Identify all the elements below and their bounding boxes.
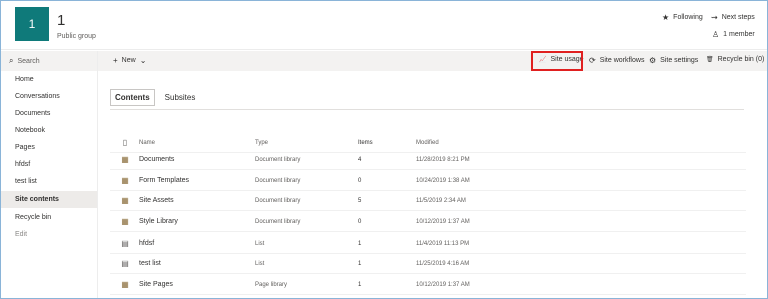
search-icon: ⌕: [9, 56, 14, 65]
row-type: Page library: [255, 281, 288, 288]
nav-item-documents[interactable]: Documents: [1, 105, 97, 122]
highlight-box: [531, 51, 583, 71]
library-icon: ▦: [121, 280, 129, 289]
row-items: 1: [358, 281, 362, 288]
library-icon: ▦: [121, 217, 129, 226]
row-name[interactable]: Site Pages: [139, 281, 173, 288]
command-bar: ⌕ Search + New ⌄ 📈 Site usage ⟳ Site wor…: [1, 51, 767, 71]
library-icon: ▦: [121, 196, 129, 205]
column-header-name[interactable]: Name: [139, 140, 155, 146]
row-type: Document library: [255, 156, 301, 163]
next-steps-button[interactable]: ⇝ Next steps: [711, 13, 755, 22]
nav-item-test-list[interactable]: test list: [1, 173, 97, 190]
site-settings-button[interactable]: ⚙ Site settings: [649, 56, 698, 65]
tab-divider: [110, 109, 744, 110]
table-row[interactable]: ▦ Documents Document library 4 11/28/201…: [110, 150, 746, 170]
table-row[interactable]: ▦ Site Pages Page library 1 10/12/2019 1…: [110, 275, 746, 295]
nav-item-notebook[interactable]: Notebook: [1, 122, 97, 139]
row-modified: 11/4/2019 11:13 PM: [416, 240, 470, 247]
tab-contents[interactable]: Contents: [110, 89, 155, 106]
row-modified: 11/5/2019 2:34 AM: [416, 197, 466, 204]
row-name[interactable]: test list: [139, 260, 161, 267]
new-button[interactable]: + New ⌄: [113, 56, 146, 65]
row-modified: 11/25/2019 4:16 AM: [416, 260, 470, 267]
column-header-modified[interactable]: Modified: [416, 140, 439, 146]
recycle-bin-button[interactable]: 🗑 Recycle bin (0): [706, 56, 764, 63]
table-row[interactable]: ▦ Style Library Document library 0 10/12…: [110, 212, 746, 232]
row-type: List: [255, 240, 265, 247]
site-subtitle: Public group: [57, 33, 96, 40]
list-icon: ▤: [121, 239, 129, 248]
member-count-label: 1 member: [723, 31, 755, 38]
table-row[interactable]: ▦ Form Templates Document library 0 10/2…: [110, 171, 746, 191]
tab-subsites[interactable]: Subsites: [161, 90, 200, 105]
row-name[interactable]: Style Library: [139, 218, 178, 225]
row-items: 0: [358, 177, 362, 184]
site-settings-label: Site settings: [660, 57, 699, 64]
trash-icon: 🗑: [706, 57, 714, 63]
column-header-type[interactable]: Type: [255, 140, 268, 146]
site-workflows-button[interactable]: ⟳ Site workflows: [589, 56, 644, 65]
site-workflows-label: Site workflows: [599, 57, 645, 64]
library-icon: ▦: [121, 155, 129, 164]
row-name[interactable]: hfdsf: [139, 240, 154, 247]
nav-item-recycle-bin[interactable]: Recycle bin: [1, 209, 97, 226]
site-logo[interactable]: 1: [15, 7, 49, 41]
nav-item-hfdsf[interactable]: hfdsf: [1, 156, 97, 173]
search-placeholder: Search: [17, 57, 40, 65]
left-navigation: Home Conversations Documents Notebook Pa…: [1, 71, 97, 298]
row-items: 5: [358, 197, 362, 204]
library-icon: ▦: [121, 176, 129, 185]
row-type: Document library: [255, 197, 301, 204]
table-row[interactable]: ▦ Site Assets Document library 5 11/5/20…: [110, 191, 746, 211]
table-row[interactable]: ▤ test list List 1 11/25/2019 4:16 AM: [110, 254, 746, 274]
next-steps-icon: ⇝: [711, 13, 718, 22]
table-row[interactable]: ▤ hfdsf List 1 11/4/2019 11:13 PM: [110, 234, 746, 254]
row-name[interactable]: Site Assets: [139, 197, 174, 204]
nav-item-pages[interactable]: Pages: [1, 139, 97, 156]
list-icon: ▤: [121, 259, 129, 268]
row-type: List: [255, 260, 265, 267]
nav-edit-link[interactable]: Edit: [1, 226, 97, 243]
next-steps-label: Next steps: [721, 14, 755, 21]
row-items: 1: [358, 260, 362, 267]
column-header-items[interactable]: Items: [358, 140, 373, 146]
row-modified: 10/24/2019 1:38 AM: [416, 177, 470, 184]
plus-icon: +: [113, 56, 118, 65]
chevron-down-icon: ⌄: [139, 56, 147, 65]
site-title[interactable]: 1: [57, 12, 65, 29]
row-items: 0: [358, 218, 362, 225]
content-tabs: Contents Subsites: [110, 89, 199, 106]
new-label: New: [121, 57, 136, 64]
nav-item-home[interactable]: Home: [1, 71, 97, 88]
row-type: Document library: [255, 218, 301, 225]
row-modified: 10/12/2019 1:37 AM: [416, 281, 470, 288]
star-icon: ★: [662, 13, 670, 22]
person-icon: ♙: [712, 30, 720, 39]
gear-icon: ⚙: [649, 56, 657, 65]
recycle-bin-label: Recycle bin (0): [717, 56, 765, 63]
following-label: Following: [673, 14, 703, 21]
row-modified: 10/12/2019 1:37 AM: [416, 218, 470, 225]
workflow-icon: ⟳: [589, 56, 596, 65]
nav-item-site-contents[interactable]: Site contents: [1, 191, 97, 208]
row-name[interactable]: Documents: [139, 156, 174, 163]
member-count-button[interactable]: ♙ 1 member: [712, 30, 755, 39]
search-box[interactable]: ⌕ Search: [9, 56, 40, 66]
following-button[interactable]: ★ Following: [662, 13, 703, 22]
site-header: 1 1 Public group ★ Following ⇝ Next step…: [1, 1, 767, 50]
row-name[interactable]: Form Templates: [139, 177, 189, 184]
row-items: 4: [358, 156, 362, 163]
nav-divider: [97, 51, 98, 298]
file-type-header-icon[interactable]: ▯: [120, 138, 130, 147]
row-items: 1: [358, 240, 362, 247]
row-type: Document library: [255, 177, 301, 184]
nav-item-conversations[interactable]: Conversations: [1, 88, 97, 105]
row-modified: 11/28/2019 8:21 PM: [416, 156, 470, 163]
